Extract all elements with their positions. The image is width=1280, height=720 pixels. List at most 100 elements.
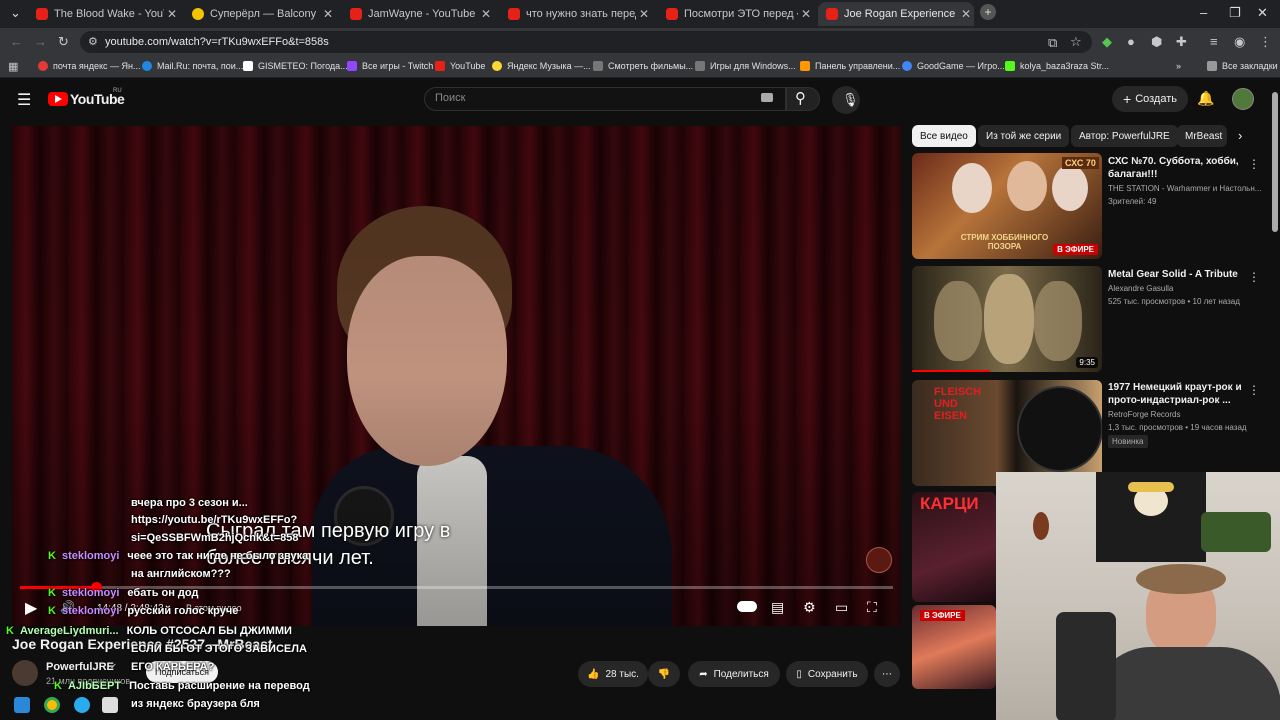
chat-text: на английском??? (131, 568, 231, 580)
chip-mrbeast[interactable]: MrBeast (1177, 125, 1227, 147)
video-thumbnail[interactable]: В ЭФИРЕ (912, 605, 996, 689)
bookmark-item[interactable]: почта яндекс — Ян... (38, 61, 141, 71)
site-info-icon[interactable]: ⚙ (88, 35, 98, 48)
app-icon[interactable] (102, 697, 118, 713)
menu-dots-icon[interactable]: ⋮ (1259, 34, 1272, 50)
search-icon: ⚲ (795, 90, 806, 107)
bookmark-item[interactable]: Mail.Ru: почта, пои... (142, 61, 243, 71)
chat-text: вчера про 3 сезон и... (131, 497, 248, 509)
dislike-button[interactable]: 👎 (648, 661, 680, 687)
close-icon[interactable]: ✕ (164, 7, 180, 21)
bookmark-item[interactable]: GISMETEO: Погода... (243, 61, 348, 71)
film-icon (593, 61, 603, 71)
bookmark-item[interactable]: kolya_baza3raza Str... (1005, 61, 1109, 71)
extensions-puzzle-icon[interactable]: ✚ (1176, 34, 1187, 50)
theater-mode-icon[interactable]: ▭ (835, 599, 848, 616)
telegram-icon[interactable] (74, 697, 90, 713)
video-thumbnail[interactable]: КАРЦИ (912, 492, 996, 602)
video-thumbnail[interactable]: FLEISCH UND EISEN (912, 380, 1102, 486)
back-icon[interactable]: ← (10, 34, 23, 49)
video-thumbnail[interactable]: 9:35 (912, 266, 1102, 372)
autoplay-toggle[interactable] (737, 601, 757, 612)
youtube-logo-icon[interactable] (48, 92, 68, 106)
install-app-icon[interactable]: ⧉ (1048, 35, 1057, 51)
maximize-icon[interactable]: ❐ (1229, 5, 1241, 21)
bookmark-label: Яндекс Музыка —... (507, 61, 591, 71)
page-scrollbar[interactable] (1272, 92, 1278, 232)
tab-1[interactable]: The Blood Wake - YouTube✕ (28, 2, 180, 26)
save-button[interactable]: ▯ Сохранить (786, 661, 868, 687)
channel-name[interactable]: PowerfulJRE (46, 661, 114, 673)
fullscreen-icon[interactable]: ⛶ (867, 599, 877, 616)
streamer-hair (1136, 564, 1226, 594)
extension-icon[interactable]: ◆ (1102, 34, 1112, 50)
thumbs-up-icon: 👍 (587, 668, 600, 680)
create-button[interactable]: + Создать (1112, 86, 1188, 112)
bookmark-item[interactable]: Игры для Windows... (695, 61, 796, 71)
all-bookmarks[interactable]: Все закладки (1207, 61, 1278, 71)
chip-same-series[interactable]: Из той же серии (978, 125, 1070, 147)
close-icon[interactable]: ✕ (636, 7, 652, 21)
tab-4[interactable]: что нужно знать перед просм✕ (500, 2, 652, 26)
chevron-right-icon[interactable]: › (1238, 128, 1242, 143)
bookmark-item[interactable]: YouTube (435, 61, 485, 71)
tab-5[interactable]: Посмотри ЭТО перед «Одисс✕ (658, 2, 814, 26)
profile-icon[interactable]: ◉ (1234, 34, 1245, 50)
bookmark-item[interactable]: Панель управлени... (800, 61, 900, 71)
chrome-icon[interactable] (44, 697, 60, 713)
close-icon[interactable]: ✕ (320, 7, 336, 21)
channel-avatar[interactable] (12, 660, 38, 686)
bookmark-item[interactable]: Смотреть фильмы... (593, 61, 693, 71)
close-icon[interactable]: ✕ (798, 7, 814, 21)
new-tab-button[interactable]: + (980, 4, 996, 20)
close-icon[interactable]: ✕ (958, 7, 974, 21)
rec-title[interactable]: СХС №70. Суббота, хобби, балаган!!! (1108, 155, 1248, 181)
rec-channel[interactable]: Alexandre Gasulla (1108, 284, 1173, 293)
rec-channel[interactable]: RetroForge Records (1108, 410, 1180, 419)
minimize-icon[interactable]: – (1200, 5, 1207, 20)
extension-icon[interactable]: ⬢ (1151, 34, 1162, 50)
more-options-icon[interactable]: ⋮ (1248, 383, 1260, 397)
bookmark-star-icon[interactable]: ☆ (1070, 34, 1082, 50)
tab-3[interactable]: JamWayne - YouTube ✕ (342, 2, 494, 26)
tab-search-icon[interactable]: ⌄ (10, 5, 21, 21)
media-control-icon[interactable]: ≡ (1210, 34, 1218, 49)
windows-start-icon[interactable] (14, 697, 30, 713)
bookmark-item[interactable]: Все игры - Twitch (347, 61, 433, 71)
tab-2[interactable]: Суперёрл — Balcony ✕ (184, 2, 336, 26)
tab-6-active[interactable]: Joe Rogan Experience #2527 - M✕ (818, 2, 974, 26)
search-input[interactable] (424, 87, 786, 111)
more-actions-button[interactable]: ⋯ (874, 661, 900, 687)
video-thumbnail[interactable]: СХС 70 СТРИМ ХОББИННОГО ПОЗОРА В ЭФИРЕ (912, 153, 1102, 259)
forward-icon[interactable]: → (34, 34, 47, 49)
extension-icon[interactable]: ● (1127, 34, 1135, 49)
close-icon[interactable]: ✕ (478, 7, 494, 21)
bookmark-label: YouTube (450, 61, 486, 71)
share-button[interactable]: ➦ Поделиться (688, 661, 780, 687)
rec-title[interactable]: Metal Gear Solid - A Tribute (1108, 268, 1248, 281)
keyboard-icon[interactable] (761, 93, 773, 102)
reload-icon[interactable]: ↻ (58, 34, 69, 50)
chat-text: https://youtu.be/rTKu9wxEFFo? (131, 514, 298, 526)
notifications-bell-icon[interactable]: 🔔 (1197, 90, 1214, 107)
subtitles-icon[interactable]: ▤ (771, 599, 784, 616)
more-bookmarks-icon[interactable]: » (1176, 61, 1181, 71)
chip-all-videos[interactable]: Все видео (912, 125, 976, 147)
play-icon[interactable]: ▶ (25, 598, 37, 618)
avatar[interactable] (1232, 88, 1254, 110)
settings-gear-icon[interactable]: ⚙ (803, 599, 816, 616)
more-options-icon[interactable]: ⋮ (1248, 270, 1260, 284)
channel-watermark[interactable] (866, 547, 892, 573)
url-text[interactable]: youtube.com/watch?v=rTKu9wxEFFo&t=858s (105, 36, 329, 48)
apps-grid-icon[interactable]: ▦ (8, 60, 18, 73)
chat-text: чеее это так нигде не было звука (127, 550, 309, 562)
rec-channel[interactable]: THE STATION - Warhammer и Настольн... (1108, 184, 1261, 193)
chip-author[interactable]: Автор: PowerfulJRE (1071, 125, 1178, 147)
bookmark-item[interactable]: GoodGame — Игро... (902, 61, 1005, 71)
bookmark-item[interactable]: Яндекс Музыка —... (492, 61, 591, 71)
like-button[interactable]: 👍 28 тыс. (578, 661, 648, 687)
close-window-icon[interactable]: ✕ (1257, 5, 1268, 21)
rec-title[interactable]: 1977 Немецкий краут-рок и прото-индастри… (1108, 381, 1248, 407)
more-options-icon[interactable]: ⋮ (1248, 157, 1260, 171)
hamburger-menu-icon[interactable]: ☰ (17, 90, 31, 110)
